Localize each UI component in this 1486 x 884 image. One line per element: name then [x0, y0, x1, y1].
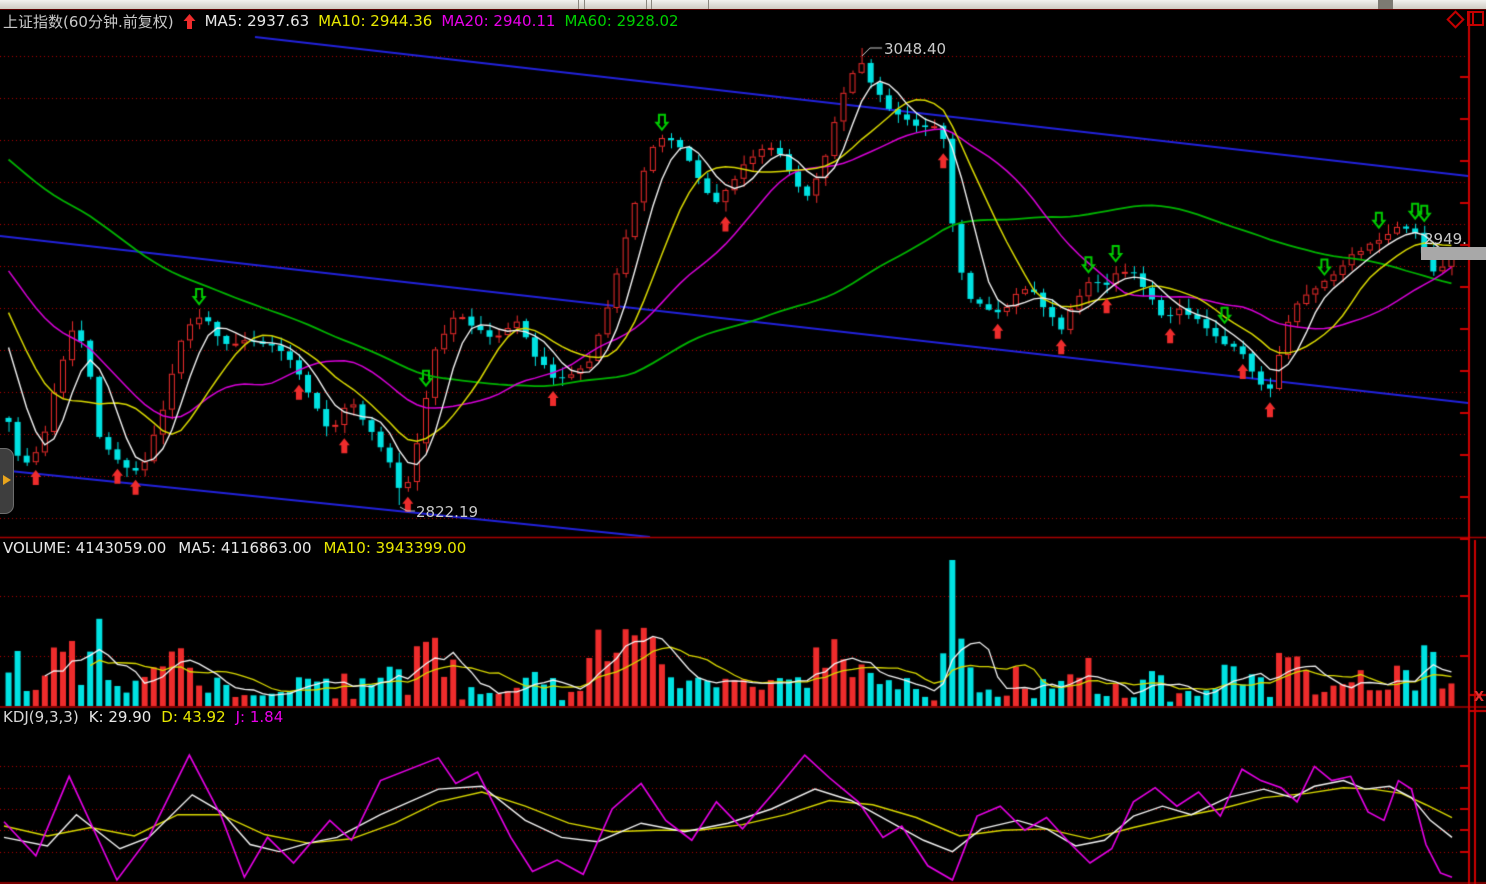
close-indicator-button[interactable]: X: [1474, 690, 1484, 705]
left-panel-expander[interactable]: [0, 448, 14, 514]
volume-ma5-value: MA5: 4116863.00: [178, 539, 311, 557]
last-price-box: [1421, 247, 1486, 260]
kdj-d-value: D: 43.92: [161, 708, 225, 726]
stock-chart-window: 上证指数(60分钟.前复权) MA5: 2937.63 MA10: 2944.3…: [0, 0, 1486, 884]
toolbar-separator: [578, 0, 579, 9]
chart-title: 上证指数(60分钟.前复权): [3, 11, 174, 32]
toolbar-separator: [708, 0, 709, 9]
expander-arrow-icon: [3, 475, 11, 485]
kdj-j-value: J: 1.84: [236, 708, 284, 726]
toolbar-separator: [651, 0, 652, 9]
split-window-icon-bar: [1472, 13, 1474, 24]
low-price-annotation: 2822.19: [416, 503, 478, 521]
high-price-annotation: 3048.40: [884, 40, 946, 58]
toolbar-strip[interactable]: [0, 0, 1486, 10]
main-chart-header: 上证指数(60分钟.前复权) MA5: 2937.63 MA10: 2944.3…: [3, 12, 679, 30]
volume-ma10-value: MA10: 3943399.00: [324, 539, 467, 557]
volume-value: VOLUME: 4143059.00: [3, 539, 166, 557]
last-price-annotation: 2949.: [1424, 230, 1467, 248]
kdj-k-value: K: 29.90: [89, 708, 152, 726]
ma10-value: MA10: 2944.36: [318, 12, 432, 30]
toolbar-separator: [584, 0, 585, 9]
toolbar-separator: [646, 0, 647, 9]
chart-canvas[interactable]: [0, 0, 1486, 884]
volume-header: VOLUME: 4143059.00 MA5: 4116863.00 MA10:…: [3, 539, 466, 557]
buy-signal-icon: [183, 14, 196, 29]
ma5-value: MA5: 2937.63: [205, 12, 310, 30]
toolbar-dark-segment: [1378, 0, 1393, 9]
ma20-value: MA20: 2940.11: [441, 12, 555, 30]
kdj-label: KDJ(9,3,3): [3, 708, 79, 726]
split-window-icon[interactable]: [1467, 11, 1484, 26]
kdj-header: KDJ(9,3,3) K: 29.90 D: 43.92 J: 1.84: [3, 708, 283, 726]
ma60-value: MA60: 2928.02: [564, 12, 678, 30]
